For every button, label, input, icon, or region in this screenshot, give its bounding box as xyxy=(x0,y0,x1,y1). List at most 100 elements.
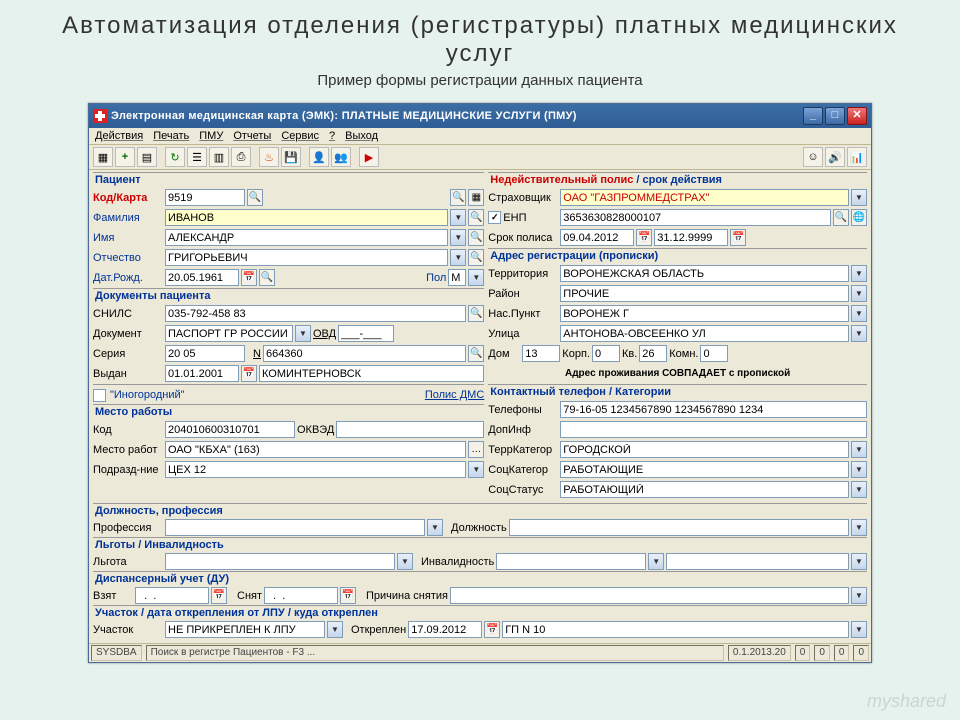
dd-raion[interactable]: ▼ xyxy=(851,285,867,302)
dd-doc[interactable]: ▼ xyxy=(295,325,311,342)
dd-pol[interactable]: ▼ xyxy=(468,269,484,286)
dd-name[interactable]: ▼ xyxy=(450,229,466,246)
toolbar-chart-icon[interactable]: 📊 xyxy=(847,147,867,167)
dd-inval2[interactable]: ▼ xyxy=(851,553,867,570)
toolbar-card-icon[interactable]: ▤ xyxy=(137,147,157,167)
input-doc[interactable] xyxy=(165,325,293,342)
input-dob[interactable] xyxy=(165,269,239,286)
toolbar-sound-icon[interactable]: 🔊 xyxy=(825,147,845,167)
search-fam-icon[interactable]: 🔍 xyxy=(468,209,484,226)
input-vydan-date[interactable] xyxy=(165,365,239,382)
input-lpu[interactable] xyxy=(502,621,849,638)
input-seria[interactable] xyxy=(165,345,245,362)
lbl-ovd[interactable]: ОВД xyxy=(313,328,336,340)
maximize-button[interactable]: □ xyxy=(825,107,845,125)
input-vydan-who[interactable] xyxy=(259,365,484,382)
menu-pmu[interactable]: ПМУ xyxy=(199,130,223,142)
menu-service[interactable]: Сервис xyxy=(281,130,319,142)
cal-srok-to-icon[interactable]: 📅 xyxy=(730,229,746,246)
search-snils-icon[interactable]: 🔍 xyxy=(468,305,484,322)
input-snyat[interactable] xyxy=(264,587,338,604)
input-tel[interactable] xyxy=(560,401,867,418)
input-snils[interactable] xyxy=(165,305,466,322)
dd-inval[interactable]: ▼ xyxy=(648,553,664,570)
dd-terrkat[interactable]: ▼ xyxy=(851,441,867,458)
chk-enp[interactable]: ✓ xyxy=(488,211,501,224)
search-dob-icon[interactable]: 🔍 xyxy=(259,269,275,286)
input-strah[interactable] xyxy=(560,189,849,206)
dd-uch[interactable]: ▼ xyxy=(327,621,343,638)
toolbar-user-icon[interactable]: 👤 xyxy=(309,147,329,167)
dd-sockat[interactable]: ▼ xyxy=(851,461,867,478)
cal-snyat-icon[interactable]: 📅 xyxy=(340,587,356,604)
input-vzyat[interactable] xyxy=(135,587,209,604)
input-srok-to[interactable] xyxy=(654,229,728,246)
input-uch[interactable] xyxy=(165,621,325,638)
input-socstat[interactable] xyxy=(560,481,849,498)
search-otch-icon[interactable]: 🔍 xyxy=(468,249,484,266)
input-sockat[interactable] xyxy=(560,461,849,478)
input-nas[interactable] xyxy=(560,305,849,322)
dd-socstat[interactable]: ▼ xyxy=(851,481,867,498)
input-kod[interactable] xyxy=(165,189,245,206)
menu-actions[interactable]: Действия xyxy=(95,130,143,142)
dd-podr[interactable]: ▼ xyxy=(468,461,484,478)
cal-otkr-icon[interactable]: 📅 xyxy=(484,621,500,638)
toolbar-list-icon[interactable]: ☰ xyxy=(187,147,207,167)
dd-strah[interactable]: ▼ xyxy=(851,189,867,206)
ellipsis-mesto-icon[interactable]: … xyxy=(468,441,484,458)
input-inval2[interactable] xyxy=(666,553,849,570)
toolbar-new-icon[interactable]: ▦ xyxy=(93,147,113,167)
input-korp[interactable] xyxy=(592,345,620,362)
input-otkr-date[interactable] xyxy=(408,621,482,638)
input-work-kod[interactable] xyxy=(165,421,295,438)
dd-lgota[interactable]: ▼ xyxy=(397,553,413,570)
toolbar-flame-icon[interactable]: ♨ xyxy=(259,147,279,167)
search-kod-icon[interactable]: 🔍 xyxy=(247,189,263,206)
input-mesto[interactable] xyxy=(165,441,466,458)
input-raion[interactable] xyxy=(560,285,849,302)
input-podr[interactable] xyxy=(165,461,466,478)
dd-lpu[interactable]: ▼ xyxy=(851,621,867,638)
input-terrkat[interactable] xyxy=(560,441,849,458)
dd-dolzh[interactable]: ▼ xyxy=(851,519,867,536)
cal-vydan-icon[interactable]: 📅 xyxy=(241,365,257,382)
input-srok-from[interactable] xyxy=(560,229,634,246)
search2-icon[interactable]: 🔍 xyxy=(450,189,466,206)
toolbar-save-icon[interactable]: 💾 xyxy=(281,147,301,167)
input-kv[interactable] xyxy=(639,345,667,362)
input-prof[interactable] xyxy=(165,519,425,536)
input-okved[interactable] xyxy=(336,421,484,438)
input-enp[interactable] xyxy=(560,209,831,226)
dd-ulica[interactable]: ▼ xyxy=(851,325,867,342)
input-fam[interactable] xyxy=(165,209,448,226)
search-name-icon[interactable]: 🔍 xyxy=(468,229,484,246)
menu-reports[interactable]: Отчеты xyxy=(233,130,271,142)
input-pol[interactable] xyxy=(448,269,466,286)
cal-dob-icon[interactable]: 📅 xyxy=(241,269,257,286)
search-enp-icon[interactable]: 🔍 xyxy=(833,209,849,226)
toolbar-tree-icon[interactable]: ⎙ xyxy=(231,147,251,167)
toolbar-refresh-icon[interactable]: ↻ xyxy=(165,147,185,167)
chk-inogorod[interactable] xyxy=(93,389,106,402)
input-dop[interactable] xyxy=(560,421,867,438)
menu-exit[interactable]: Выход xyxy=(345,130,378,142)
dd-nas[interactable]: ▼ xyxy=(851,305,867,322)
input-lgota[interactable] xyxy=(165,553,395,570)
search-num-icon[interactable]: 🔍 xyxy=(468,345,484,362)
cal-vzyat-icon[interactable]: 📅 xyxy=(211,587,227,604)
input-num[interactable] xyxy=(263,345,466,362)
toolbar-doc-icon[interactable]: ▥ xyxy=(209,147,229,167)
menu-print[interactable]: Печать xyxy=(153,130,189,142)
input-ovd[interactable] xyxy=(338,325,394,342)
input-dolzh[interactable] xyxy=(509,519,849,536)
link-polis-dms[interactable]: Полис ДМС xyxy=(425,389,484,401)
dd-fam[interactable]: ▼ xyxy=(450,209,466,226)
dd-prof[interactable]: ▼ xyxy=(427,519,443,536)
globe-enp-icon[interactable]: 🌐 xyxy=(851,209,867,226)
dd-terr[interactable]: ▼ xyxy=(851,265,867,282)
input-otch[interactable] xyxy=(165,249,448,266)
input-komn[interactable] xyxy=(700,345,728,362)
dd-prich[interactable]: ▼ xyxy=(851,587,867,604)
input-dom[interactable] xyxy=(522,345,560,362)
